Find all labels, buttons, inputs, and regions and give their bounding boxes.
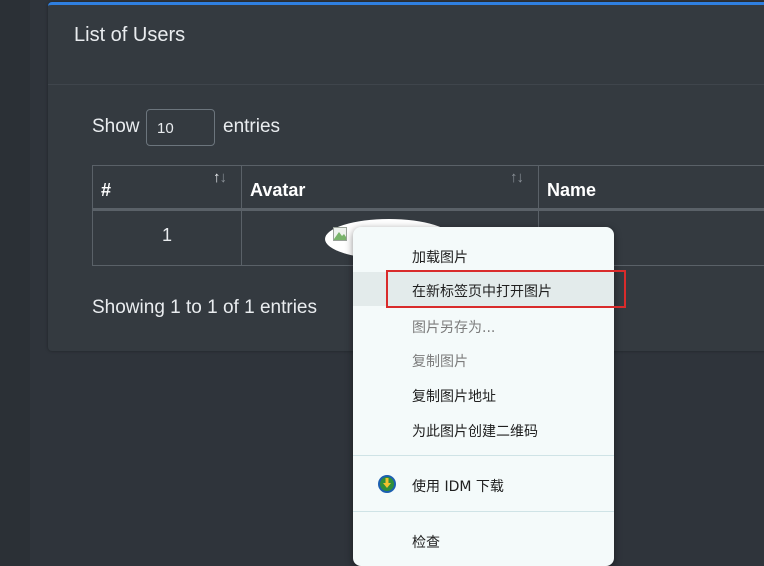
show-label: Show: [92, 116, 140, 137]
idm-icon: [378, 475, 396, 493]
entries-label: entries: [223, 116, 281, 137]
column-header-name[interactable]: Name: [538, 165, 764, 211]
sidebar-edge: [0, 0, 30, 566]
column-header-avatar[interactable]: Avatar ↑↓: [241, 165, 539, 211]
entries-per-page-select[interactable]: 10: [146, 109, 215, 146]
menu-item-inspect[interactable]: 检查: [353, 523, 614, 557]
menu-item-create-qr-code[interactable]: 为此图片创建二维码: [353, 412, 614, 446]
menu-item-download-with-idm[interactable]: 使用 IDM 下载: [353, 467, 614, 501]
menu-item-save-image-as[interactable]: 图片另存为...: [353, 308, 614, 342]
menu-item-copy-image-address[interactable]: 复制图片地址: [353, 377, 614, 411]
menu-separator: [353, 455, 614, 456]
broken-image-icon: [333, 227, 347, 241]
sort-icon: ↑↓: [510, 169, 524, 186]
sort-icon: ↑↓: [213, 169, 227, 186]
context-menu: 加载图片 在新标签页中打开图片 图片另存为... 复制图片 复制图片地址 为此图…: [353, 227, 626, 566]
card-title: List of Users: [74, 24, 186, 46]
menu-item-load-image[interactable]: 加载图片: [353, 238, 614, 272]
menu-item-copy-image[interactable]: 复制图片: [353, 342, 614, 376]
menu-separator: [353, 511, 614, 512]
column-header-number[interactable]: # ↑↓: [92, 165, 242, 211]
card-header: List of Users: [48, 5, 764, 85]
table-info: Showing 1 to 1 of 1 entries: [92, 297, 317, 318]
highlight-box: [386, 270, 626, 308]
table-cell-number: 1: [92, 210, 242, 266]
